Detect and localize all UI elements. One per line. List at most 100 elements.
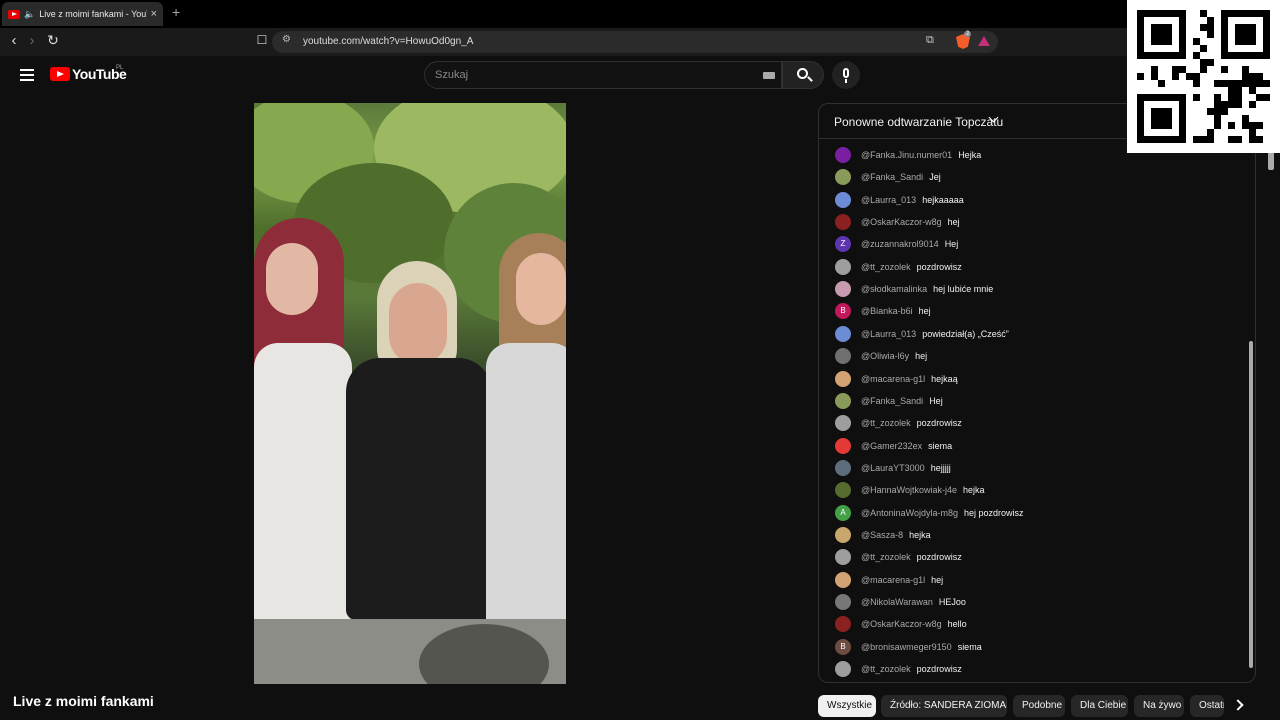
chat-message[interactable]: @OskarKaczor-w8g hello (835, 613, 967, 635)
avatar[interactable] (835, 147, 851, 163)
filter-chip[interactable]: Podobne (1013, 695, 1065, 717)
avatar[interactable] (835, 281, 851, 298)
url-text[interactable]: youtube.com/watch?v=HowuOd0gn_A (303, 36, 473, 47)
chat-message[interactable]: @LauraYT3000 hejjjjj (835, 457, 951, 479)
chat-message[interactable]: @macarena-g1l hej (835, 569, 943, 591)
filter-chip[interactable]: Wszystkie (818, 695, 876, 717)
avatar[interactable] (835, 549, 851, 566)
chat-author[interactable]: @Fanka_Sandi (861, 396, 923, 406)
chat-author[interactable]: @LauraYT3000 (861, 463, 925, 473)
chat-author[interactable]: @Gamer232ex (861, 441, 922, 451)
chat-message[interactable]: @tt_zozolek pozdrowisz (835, 256, 962, 278)
new-tab-button[interactable]: + (172, 4, 180, 20)
chat-author[interactable]: @słodkamalinka (861, 284, 927, 294)
chat-author[interactable]: @NikolaWarawan (861, 597, 933, 607)
filter-chip[interactable]: Źródło: SANDERA ZIOMAL (881, 695, 1007, 717)
chat-author[interactable]: @AntoninaWojdyla-m8g (861, 508, 958, 518)
chat-message[interactable]: @tt_zozolek pozdrowisz (835, 546, 962, 568)
chat-author[interactable]: @zuzannakrol9014 (861, 239, 939, 249)
chat-author[interactable]: @macarena-g1l (861, 575, 925, 585)
chat-author[interactable]: @HannaWojtkowiak-j4e (861, 485, 957, 495)
chat-scrollbar[interactable] (1249, 341, 1253, 668)
chat-message[interactable]: @NikolaWarawan HEJoo (835, 591, 966, 613)
chat-author[interactable]: @tt_zozolek (861, 418, 911, 428)
chat-author[interactable]: @Fanka.Jinu.numer01 (861, 150, 952, 160)
chat-message[interactable]: @HannaWojtkowiak-j4e hejka (835, 479, 985, 501)
close-tab-icon[interactable]: × (151, 8, 157, 20)
avatar[interactable] (835, 370, 851, 387)
avatar[interactable] (835, 415, 851, 432)
chat-message[interactable]: @Fanka_Sandi Hej (835, 390, 943, 412)
bookmark-icon[interactable]: ☐ (254, 33, 270, 47)
browser-tab-active[interactable]: 🔈 Live z moimi fankami - YouTu × (2, 2, 163, 26)
chat-author[interactable]: @Fanka_Sandi (861, 172, 923, 182)
voice-search-button[interactable] (832, 61, 860, 89)
avatar[interactable]: B (835, 638, 851, 655)
chat-author[interactable]: @OskarKaczor-w8g (861, 217, 942, 227)
filter-chip[interactable]: Na żywo (1134, 695, 1184, 717)
chat-message[interactable]: Z @zuzannakrol9014 Hej (835, 233, 958, 255)
chat-mode-selector[interactable]: Ponowne odtwarzanie Topczatu (834, 115, 1003, 129)
chat-message[interactable]: B @Bianka-b6i hej (835, 300, 931, 322)
keyboard-icon[interactable] (763, 72, 775, 79)
chat-message[interactable]: @Gamer232ex siema (835, 435, 952, 457)
chat-message[interactable]: @Fanka_Sandi Jej (835, 166, 941, 188)
avatar[interactable] (835, 571, 851, 588)
avatar[interactable] (835, 214, 851, 231)
chat-message[interactable]: @słodkamalinka hej lubiće mnie (835, 278, 993, 300)
avatar[interactable] (835, 616, 851, 633)
page-scrollbar[interactable] (1268, 150, 1274, 170)
avatar[interactable] (835, 258, 851, 275)
chat-author[interactable]: @bronisawmeger9150 (861, 642, 952, 652)
search-button[interactable] (782, 61, 824, 89)
chat-author[interactable]: @Laurra_013 (861, 195, 916, 205)
speaker-icon[interactable]: 🔈 (24, 9, 35, 20)
avatar[interactable] (835, 482, 851, 499)
avatar[interactable] (835, 526, 851, 543)
avatar[interactable]: A (835, 504, 851, 521)
chevron-right-icon[interactable] (1232, 699, 1244, 711)
chat-message[interactable]: @OskarKaczor-w8g hej (835, 211, 960, 233)
chat-author[interactable]: @Laurra_013 (861, 329, 916, 339)
chat-message[interactable]: @Sasza-8 hejka (835, 524, 931, 546)
chat-message[interactable]: @Laurra_013 powiedział(a) „Cześć” (835, 323, 1009, 345)
chat-author[interactable]: @tt_zozolek (861, 262, 911, 272)
video-player[interactable] (254, 103, 566, 684)
avatar[interactable] (835, 437, 851, 454)
youtube-logo-icon[interactable] (50, 67, 70, 81)
chat-message[interactable]: @tt_zozolek pozdrowisz (835, 658, 962, 680)
avatar[interactable] (835, 191, 851, 208)
chat-message[interactable]: @Fanka.Jinu.numer01 Hejka (835, 144, 981, 166)
reload-button[interactable]: ↻ (43, 32, 63, 49)
chat-author[interactable]: @Bianka-b6i (861, 306, 913, 316)
filter-chip[interactable]: Dla Ciebie (1071, 695, 1128, 717)
chat-author[interactable]: @macarena-g1l (861, 374, 925, 384)
search-input[interactable]: Szukaj (424, 61, 782, 89)
chat-message[interactable]: @Oliwia-l6y hej (835, 345, 927, 367)
chat-author[interactable]: @Oliwia-l6y (861, 351, 909, 361)
avatar[interactable] (835, 459, 851, 476)
brave-rewards-icon[interactable] (978, 36, 990, 46)
avatar[interactable] (835, 169, 851, 186)
avatar[interactable] (835, 594, 851, 610)
site-settings-icon[interactable]: ⚙ (282, 34, 291, 45)
chat-message[interactable]: @macarena-g1l hejkaą (835, 368, 958, 390)
back-button[interactable]: ‹ (4, 32, 24, 49)
avatar[interactable] (835, 661, 851, 678)
avatar[interactable]: Z (835, 236, 851, 253)
avatar[interactable]: B (835, 303, 851, 320)
chat-message[interactable]: B @bronisawmeger9150 siema (835, 636, 982, 658)
chat-author[interactable]: @OskarKaczor-w8g (861, 619, 942, 629)
chat-author[interactable]: @tt_zozolek (861, 664, 911, 674)
menu-hamburger-icon[interactable] (20, 69, 34, 81)
filter-chip[interactable]: Ostatnio przesłane (1190, 695, 1224, 717)
share-icon[interactable]: ⧉ (926, 34, 934, 47)
avatar[interactable] (835, 392, 851, 409)
chat-author[interactable]: @tt_zozolek (861, 552, 911, 562)
chat-message[interactable]: A @AntoninaWojdyla-m8g hej pozdrowisz (835, 502, 1024, 524)
avatar[interactable] (835, 348, 851, 365)
chat-message[interactable]: @tt_zozolek pozdrowisz (835, 412, 962, 434)
chat-author[interactable]: @Sasza-8 (861, 530, 903, 540)
chat-message[interactable]: @Laurra_013 hejkaaaaa (835, 189, 964, 211)
address-bar[interactable]: ⚙ youtube.com/watch?v=HowuOd0gn_A ⧉ (272, 31, 998, 53)
